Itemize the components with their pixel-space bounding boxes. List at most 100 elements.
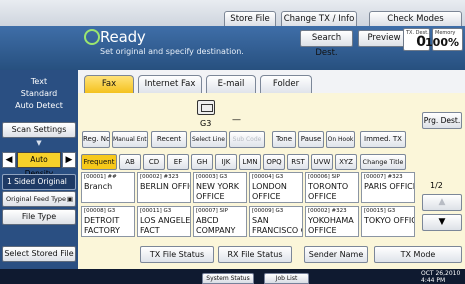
tx-mode-button[interactable]: TX Mode xyxy=(374,246,462,263)
select-stored-file-button[interactable]: Select Stored File xyxy=(2,246,76,262)
arrow-down-icon: ▼ xyxy=(438,217,446,227)
system-status-button[interactable]: System Status xyxy=(202,273,254,284)
original-sides-button[interactable]: 1 Sided Original ▤ xyxy=(2,174,76,200)
arrow-left-icon: ◀ xyxy=(5,155,13,165)
immed-tx-button[interactable]: Immed. TX xyxy=(360,131,406,148)
pause-button[interactable]: Pause xyxy=(298,131,324,148)
original-sides-label: 1 Sided Original xyxy=(7,177,67,186)
program-dest-button[interactable]: Prg. Dest. xyxy=(422,112,462,129)
feed-type-icon: ▣ xyxy=(66,195,73,203)
scan-mode-auto-detect: Auto Detect xyxy=(15,101,63,110)
index-opq[interactable]: OPQ xyxy=(263,154,285,170)
index-ef[interactable]: EF xyxy=(167,154,189,170)
destination-code: [00007] SIP xyxy=(196,208,228,214)
destination-name: PARIS OFFICE xyxy=(364,182,415,191)
select-line-button[interactable]: Select Line xyxy=(190,131,227,148)
line-dash: — xyxy=(232,115,241,125)
page-up-button[interactable]: ▲ xyxy=(422,194,462,211)
destination-code: [00004] G3 xyxy=(252,174,284,180)
destination-name: SAN FRANCISCO OF xyxy=(252,216,302,235)
destination-code: [00015] G3 xyxy=(364,208,396,214)
arrow-up-icon: ▲ xyxy=(438,197,446,207)
sub-code-button[interactable]: Sub Code xyxy=(229,131,265,148)
tx-file-status-button[interactable]: TX File Status xyxy=(140,246,214,263)
destination-code: [00007] #323 xyxy=(364,174,403,180)
destination-code: [00006] SIP xyxy=(308,174,340,180)
destination-button[interactable]: [00004] G3 LONDON OFFICE xyxy=(249,172,303,203)
original-feed-type-button[interactable]: Original Feed Type ▣ xyxy=(2,191,76,207)
index-xyz[interactable]: XYZ xyxy=(335,154,357,170)
on-hook-button[interactable]: On Hook xyxy=(326,131,355,148)
reg-no-button[interactable]: Reg. No. xyxy=(82,131,110,148)
destination-button[interactable]: [00002] #323 BERLIN OFFICE xyxy=(137,172,191,203)
destination-name: LONDON OFFICE xyxy=(252,182,287,201)
original-feed-type-label: Original Feed Type xyxy=(6,195,67,203)
destination-button[interactable]: [00006] SIP TORONTO OFFICE xyxy=(305,172,359,203)
auto-density-button[interactable]: Auto Density xyxy=(17,152,61,178)
tab-folder[interactable]: Folder xyxy=(260,75,312,93)
fax-screen: Store File Change TX / Info Check Modes … xyxy=(0,0,465,284)
file-type-button[interactable]: File Type xyxy=(2,209,76,225)
fax-line-icon xyxy=(197,100,215,115)
destination-button[interactable]: [00002] #323 YOKOHAMA OFFICE xyxy=(305,206,359,237)
sender-name-button[interactable]: Sender Name xyxy=(304,246,368,263)
tab-email[interactable]: E-mail xyxy=(206,75,256,93)
density-left-button[interactable]: ◀ xyxy=(2,152,16,168)
destination-code: [00008] G3 xyxy=(84,208,116,214)
destination-button[interactable]: [00003] G3 NEW YORK OFFICE xyxy=(193,172,247,203)
memory-counter: Memory 100% xyxy=(425,28,463,51)
destination-code: [00002] #323 xyxy=(308,208,347,214)
index-cd[interactable]: CD xyxy=(143,154,165,170)
manual-entry-button[interactable]: Manual Entry xyxy=(112,131,148,148)
date-time: OCT 26,2010 4:44 PM xyxy=(421,270,460,284)
destination-name: ABCD COMPANY xyxy=(196,216,236,235)
destination-name: YOKOHAMA OFFICE xyxy=(308,216,354,235)
destination-name: DETROIT FACTORY xyxy=(84,216,120,235)
index-gh[interactable]: GH xyxy=(191,154,213,170)
change-title-button[interactable]: Change Title xyxy=(360,154,406,170)
line-type-label: G3 xyxy=(200,119,212,128)
index-lmn[interactable]: LMN xyxy=(239,154,261,170)
destination-code: [00003] G3 xyxy=(196,174,228,180)
density-right-button[interactable]: ▶ xyxy=(62,152,76,168)
destination-name: NEW YORK OFFICE xyxy=(196,182,240,201)
destination-code: [00002] #323 xyxy=(140,174,179,180)
destination-name: BERLIN OFFICE xyxy=(140,182,190,191)
destination-name: Branch xyxy=(84,182,113,191)
tab-internet-fax[interactable]: Internet Fax xyxy=(138,75,202,93)
destination-button[interactable]: [00009] G3 SAN FRANCISCO OF xyxy=(249,206,303,237)
status-text: Ready xyxy=(100,28,146,46)
recent-button[interactable]: Recent xyxy=(151,131,187,148)
chevron-down-icon: ▼ xyxy=(36,139,42,147)
status-subtitle: Set original and specify destination. xyxy=(100,47,244,56)
index-ijk[interactable]: IJK xyxy=(215,154,237,170)
index-ab[interactable]: AB xyxy=(119,154,141,170)
destination-button[interactable]: [00008] G3 DETROIT FACTORY xyxy=(81,206,135,237)
destination-button[interactable]: [00007] #323 PARIS OFFICE xyxy=(361,172,415,203)
index-rst[interactable]: RST xyxy=(287,154,309,170)
memory-value: 100% xyxy=(425,36,459,49)
rx-file-status-button[interactable]: RX File Status xyxy=(218,246,292,263)
index-uvw[interactable]: UVW xyxy=(311,154,333,170)
date-text: OCT 26,2010 xyxy=(421,270,461,277)
destination-button[interactable]: [00015] G3 TOKYO OFFICE xyxy=(361,206,415,237)
tab-fax[interactable]: Fax xyxy=(84,75,134,93)
destination-code: [00011] G3 xyxy=(140,208,172,214)
destination-name: TORONTO OFFICE xyxy=(308,182,349,201)
page-down-button[interactable]: ▼ xyxy=(422,214,462,231)
index-frequent[interactable]: Frequent xyxy=(81,154,117,170)
scan-mode-text: Text xyxy=(30,77,48,86)
scan-settings-button[interactable]: Scan Settings xyxy=(2,122,76,138)
ready-indicator-icon xyxy=(84,29,100,45)
tone-button[interactable]: Tone xyxy=(272,131,296,148)
destination-button[interactable]: [00001] ## Branch xyxy=(81,172,135,203)
destination-name: LOS ANGELES FACT xyxy=(140,216,191,235)
search-dest-button[interactable]: Search Dest. xyxy=(300,30,353,58)
destination-button[interactable]: [00011] G3 LOS ANGELES FACT xyxy=(137,206,191,237)
job-list-button[interactable]: Job List xyxy=(264,273,309,284)
time-text: 4:44 PM xyxy=(421,277,446,284)
scan-mode-standard: Standard xyxy=(20,89,58,98)
destination-code: [00001] ## xyxy=(84,174,117,180)
destination-button[interactable]: [00007] SIP ABCD COMPANY xyxy=(193,206,247,237)
page-indicator: 1/2 xyxy=(430,181,443,190)
